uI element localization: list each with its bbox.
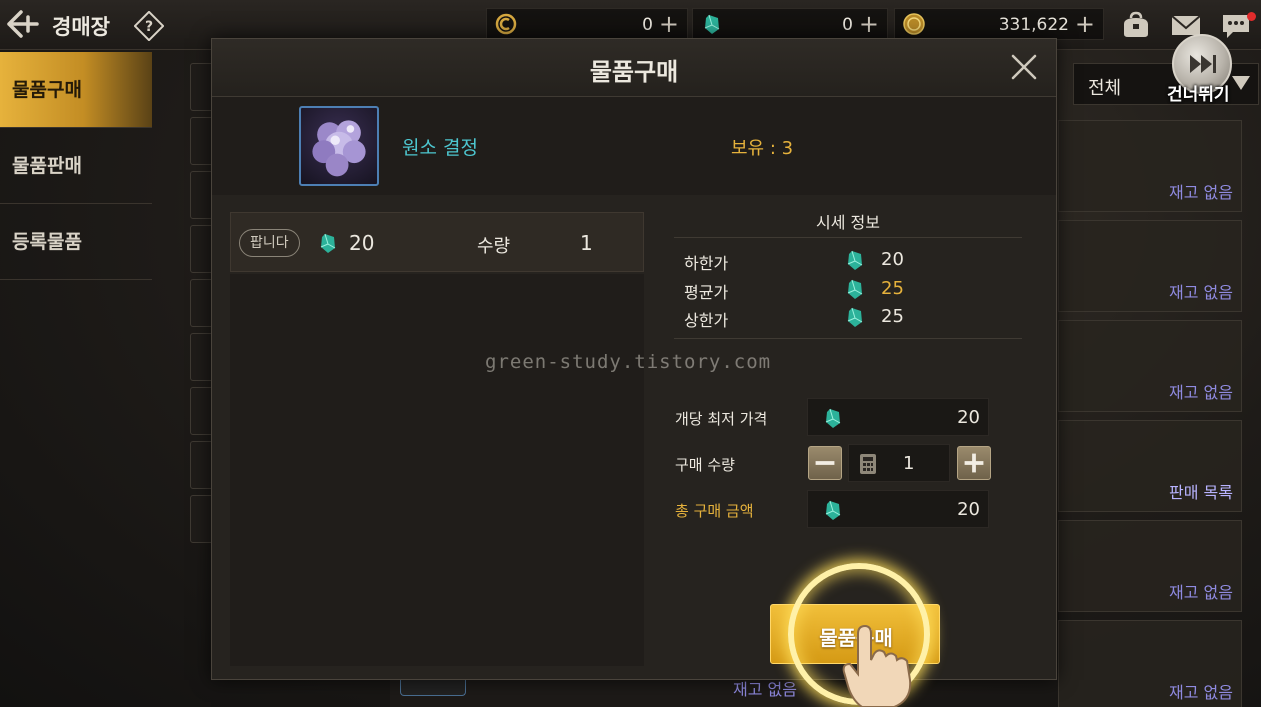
- total-price-label: 총 구매 금액: [675, 502, 754, 520]
- currency-crown-value: 0: [642, 15, 653, 35]
- item-info-row: 원소 결정 보유 : 3: [212, 97, 1056, 195]
- market-min-label: 하한가: [684, 254, 729, 273]
- seller-price: 20: [349, 231, 375, 255]
- market-info-title: 시세 정보: [816, 213, 880, 232]
- market-min-value: 20: [881, 249, 904, 270]
- calculator-icon[interactable]: [859, 453, 877, 475]
- sidebar-item-sell[interactable]: 물품판매: [0, 128, 152, 204]
- currency-gem: 0 +: [692, 8, 888, 40]
- dialog-header: 물품구매: [212, 39, 1056, 97]
- bag-icon[interactable]: [1120, 10, 1152, 40]
- market-max-label: 상한가: [684, 311, 729, 330]
- category-tab[interactable]: [190, 495, 212, 543]
- filter-dropdown-label: 전체: [1088, 78, 1122, 99]
- green-gem-icon: [704, 14, 720, 34]
- listing-status: 재고 없음: [1169, 283, 1233, 302]
- listing-status: 재고 없음: [1169, 683, 1233, 702]
- sell-badge: 팝니다: [239, 229, 300, 257]
- watermark: green-study.tistory.com: [485, 351, 772, 373]
- market-avg-value: 25: [881, 278, 904, 299]
- seller-qty: 1: [580, 231, 593, 255]
- dialog-title: 물품구매: [589, 58, 679, 86]
- category-tab[interactable]: [190, 63, 212, 111]
- decrease-quantity-button[interactable]: [808, 446, 842, 480]
- listing-card[interactable]: 재고 없음: [1058, 320, 1242, 412]
- increase-quantity-button[interactable]: [957, 446, 991, 480]
- listing-status: 재고 없음: [1169, 183, 1233, 202]
- add-crown-button[interactable]: +: [659, 10, 679, 38]
- green-gem-icon: [847, 250, 863, 270]
- fast-forward-icon: [1190, 55, 1216, 73]
- listing-card[interactable]: 재고 없음: [1058, 220, 1242, 312]
- listing-status: 재고 없음: [1169, 583, 1233, 602]
- currency-gold: 331,622 +: [894, 8, 1104, 40]
- crown-coin-icon: [495, 13, 517, 35]
- listing-card[interactable]: 판매 목록: [1058, 420, 1242, 512]
- seller-listing-row[interactable]: 팝니다 20 수량 1: [230, 212, 644, 272]
- category-tab[interactable]: [190, 225, 212, 273]
- quantity-input[interactable]: 1: [848, 444, 950, 482]
- listing-card[interactable]: 재고 없음: [1058, 620, 1242, 707]
- close-icon[interactable]: [1010, 53, 1038, 81]
- quantity-value: 1: [903, 453, 915, 474]
- category-tab[interactable]: [190, 441, 212, 489]
- purchase-button[interactable]: 물품구매: [770, 604, 940, 664]
- sidebar-item-registered[interactable]: 등록물품: [0, 204, 152, 280]
- sidebar: 물품구매 물품판매 등록물품: [0, 52, 152, 280]
- listing-status: 판매 목록: [1169, 483, 1233, 502]
- chevron-down-icon: [1232, 76, 1250, 90]
- category-tabs: [190, 63, 212, 549]
- category-tab[interactable]: [190, 333, 212, 381]
- listing-status: 재고 없음: [1169, 383, 1233, 402]
- market-max-row: 상한가 25: [684, 305, 1024, 331]
- divider: [674, 237, 1022, 238]
- total-price-field: 20: [807, 490, 989, 528]
- skip-label[interactable]: 건너뛰기: [1167, 80, 1230, 105]
- svg-text:?: ?: [145, 19, 153, 35]
- sidebar-item-buy[interactable]: 물품구매: [0, 52, 152, 128]
- green-gem-icon: [847, 307, 863, 327]
- market-max-value: 25: [881, 306, 904, 327]
- add-gold-button[interactable]: +: [1075, 10, 1095, 38]
- green-gem-icon: [825, 408, 841, 428]
- market-min-row: 하한가 20: [684, 248, 1024, 274]
- category-tab[interactable]: [190, 279, 212, 327]
- unit-price-label: 개당 최저 가격: [675, 410, 768, 428]
- gold-coin-icon: [903, 13, 925, 35]
- market-avg-label: 평균가: [684, 283, 729, 302]
- divider: [674, 338, 1022, 339]
- quantity-label: 구매 수량: [675, 456, 735, 474]
- seller-list: [230, 274, 644, 666]
- page-title: 경매장: [52, 15, 110, 39]
- market-avg-row: 평균가 25: [684, 277, 1024, 303]
- help-icon[interactable]: ?: [134, 11, 164, 41]
- item-owned-count: 보유 : 3: [731, 138, 794, 159]
- unit-price-field: 20: [807, 398, 989, 436]
- listing-card[interactable]: 재고 없음: [1058, 520, 1242, 612]
- category-tab[interactable]: [190, 171, 212, 219]
- add-gem-button[interactable]: +: [859, 10, 879, 38]
- seller-qty-label: 수량: [477, 236, 511, 257]
- green-gem-icon: [320, 233, 336, 253]
- currency-gem-value: 0: [842, 15, 853, 35]
- category-tab[interactable]: [190, 117, 212, 165]
- element-crystal-icon: [299, 106, 379, 186]
- listing-card[interactable]: 재고 없음: [1058, 120, 1242, 212]
- notification-dot: [1247, 12, 1256, 21]
- green-gem-icon: [825, 500, 841, 520]
- green-gem-icon: [847, 279, 863, 299]
- unit-price-value: 20: [957, 407, 980, 428]
- back-arrow-icon[interactable]: [6, 9, 40, 39]
- total-price-value: 20: [957, 499, 980, 520]
- currency-crown: 0 +: [486, 8, 688, 40]
- purchase-dialog: 물품구매 원소 결정 보유 : 3 팝니다 20 수량 1 시세 정보 하한가 …: [211, 38, 1057, 680]
- currency-gold-value: 331,622: [998, 15, 1069, 35]
- category-tab[interactable]: [190, 387, 212, 435]
- purchase-button-label: 물품구매: [819, 626, 893, 650]
- item-name: 원소 결정: [402, 137, 478, 159]
